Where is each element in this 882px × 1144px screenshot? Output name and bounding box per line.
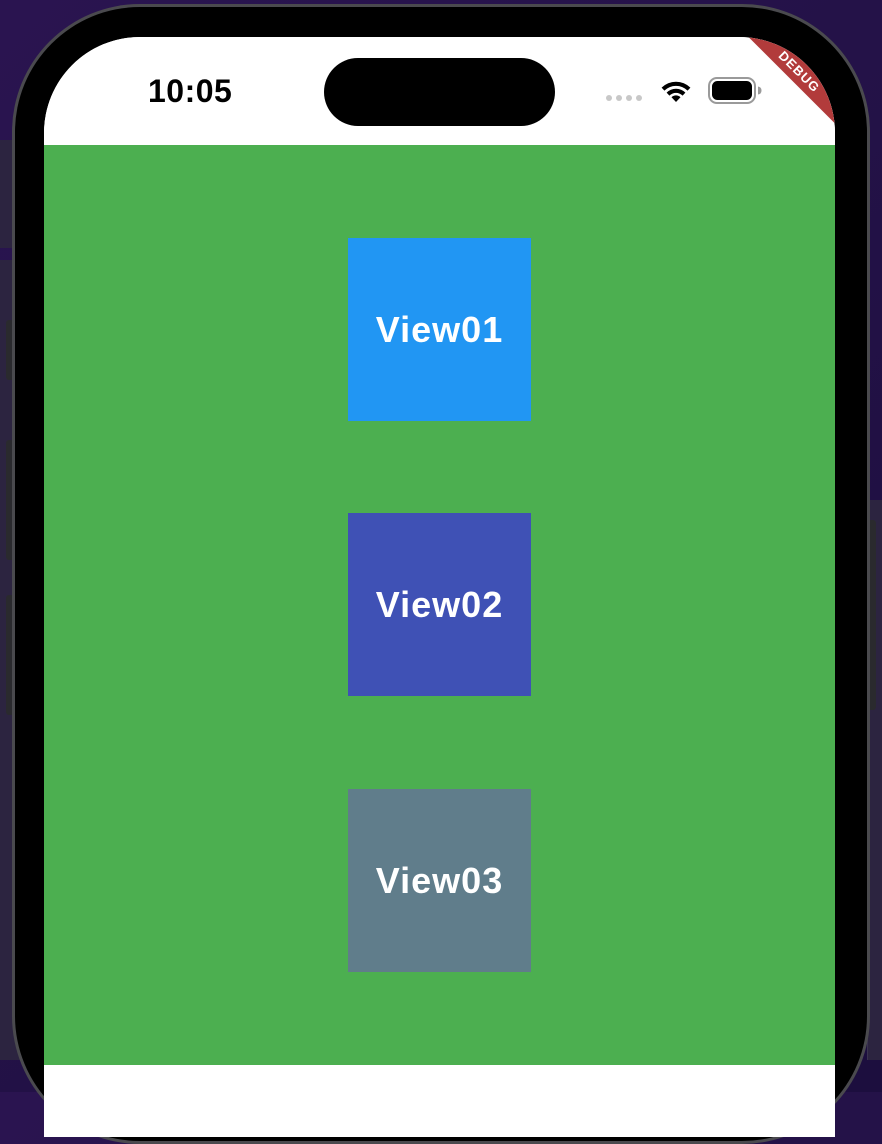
battery-icon bbox=[708, 77, 762, 104]
status-bar: 10:05 DEBUG bbox=[44, 37, 835, 145]
view03-box: View03 bbox=[348, 789, 531, 972]
dynamic-island bbox=[324, 58, 555, 126]
view01-box: View01 bbox=[348, 238, 531, 421]
phone-screen: 10:05 DEBUG View01 View02 View03 bbox=[44, 37, 835, 1137]
wifi-icon bbox=[661, 81, 691, 102]
status-time: 10:05 bbox=[148, 73, 233, 109]
bottom-safe-area bbox=[44, 1065, 835, 1137]
main-content: View01 View02 View03 bbox=[44, 145, 835, 1065]
signal-dots-icon bbox=[606, 95, 646, 103]
view02-box: View02 bbox=[348, 513, 531, 696]
